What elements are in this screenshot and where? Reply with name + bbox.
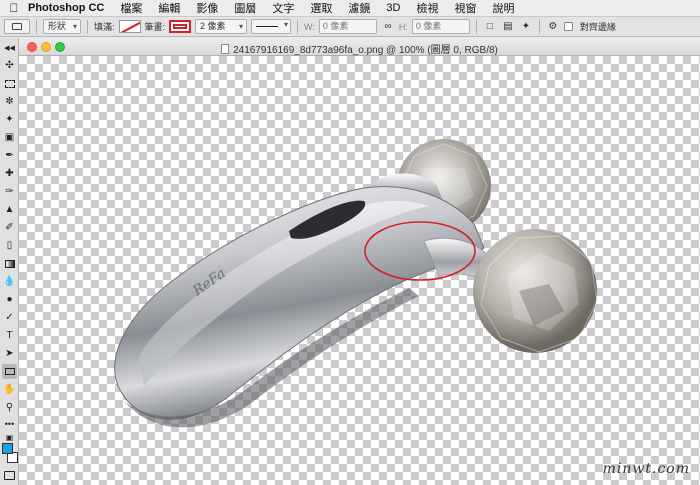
menu-filter[interactable]: 濾鏡 (340, 0, 378, 16)
rectangle-icon[interactable] (2, 364, 17, 379)
menu-3d[interactable]: 3D (378, 2, 408, 14)
tool-preset-picker[interactable] (4, 19, 30, 34)
pen-icon[interactable]: ✓ (2, 310, 17, 325)
apple-icon[interactable]:  (6, 1, 22, 15)
fill-label: 填滿: (94, 22, 115, 32)
divider (475, 19, 477, 34)
menu-edit[interactable]: 編輯 (150, 0, 188, 16)
divider (538, 19, 540, 34)
blur-icon[interactable]: 💧 (2, 274, 17, 289)
healing-icon[interactable]: ✚ (2, 166, 17, 181)
lasso-icon[interactable]: ✼ (2, 94, 17, 109)
height-label: H: (398, 21, 408, 32)
stroke-type-select[interactable] (251, 19, 292, 34)
move-icon[interactable]: ✣ (2, 58, 17, 73)
path-operations-icon[interactable]: □ (483, 20, 497, 34)
path-alignment-icon[interactable]: ▤ (501, 20, 515, 34)
more-tools-icon[interactable]: ••• (2, 416, 17, 431)
crop-icon[interactable]: ▣ (2, 130, 17, 145)
menu-window[interactable]: 視窗 (446, 0, 484, 16)
eraser-icon[interactable]: ▯ (2, 238, 17, 253)
canvas[interactable]: ReFa minwt.com (19, 56, 700, 485)
path-select-icon[interactable]: ➤ (2, 346, 17, 361)
width-field[interactable]: 0 像素 (318, 19, 377, 34)
divider (87, 19, 89, 34)
menu-help[interactable]: 說明 (484, 0, 522, 16)
tools-panel: ◀◀ ✣ ✼ ✦ ▣ ✒ ✚ ✑ ▲ ✐ ▯ 💧 ● ✓ T ➤ ✋ ⚲ •••… (0, 38, 19, 485)
menu-type[interactable]: 文字 (264, 0, 302, 16)
front-roller-ball (473, 229, 598, 353)
align-edges-checkbox[interactable] (563, 22, 573, 31)
gradient-icon[interactable] (2, 256, 17, 271)
foreground-color-swatch-front (2, 443, 13, 454)
options-bar: 形狀 填滿: 筆畫: 2 像素 W: 0 像素 ∞ H: 0 像素 □ ▤ ✦ … (0, 17, 700, 37)
document-window: 24167916169_8d773a96fa_o.png @ 100% (圖層 … (19, 38, 700, 485)
eyedropper-icon[interactable]: ✒ (2, 148, 17, 163)
magic-wand-icon[interactable]: ✦ (2, 112, 17, 127)
rectangle-tool-icon (12, 23, 22, 30)
collapse-toggle-icon[interactable]: ◀◀ (2, 40, 17, 55)
hand-icon[interactable]: ✋ (2, 382, 17, 397)
shape-mode-select[interactable]: 形狀 (43, 19, 82, 34)
stroke-swatch[interactable] (169, 20, 192, 33)
product-photo-refa-roller: ReFa (114, 139, 598, 428)
link-icon[interactable]: ∞ (381, 20, 395, 34)
stroke-label: 筆畫: (144, 22, 166, 32)
history-brush-icon[interactable]: ✐ (2, 220, 17, 235)
brush-icon[interactable]: ✑ (2, 184, 17, 199)
watermark: minwt.com (602, 461, 690, 477)
gear-icon[interactable]: ⚙ (546, 20, 560, 34)
align-edges-label: 對齊邊緣 (579, 22, 616, 32)
document-title-bar: 24167916169_8d773a96fa_o.png @ 100% (圖層 … (19, 38, 700, 56)
fill-swatch[interactable] (118, 20, 141, 33)
menu-file[interactable]: 檔案 (112, 0, 150, 16)
divider (36, 19, 37, 34)
width-label: W: (304, 21, 315, 32)
dodge-icon[interactable]: ● (2, 292, 17, 307)
path-arrangement-icon[interactable]: ✦ (519, 20, 533, 34)
marquee-icon[interactable] (2, 76, 17, 91)
quick-mask-icon[interactable] (2, 468, 17, 483)
document-title-text: 24167916169_8d773a96fa_o.png @ 100% (圖層 … (233, 45, 498, 56)
menu-layer[interactable]: 圖層 (226, 0, 264, 16)
menu-bar:  Photoshop CC 檔案 編輯 影像 圖層 文字 選取 濾鏡 3D 檢… (0, 0, 700, 17)
stroke-width-field[interactable]: 2 像素 (195, 19, 248, 34)
menu-view[interactable]: 檢視 (408, 0, 446, 16)
height-field[interactable]: 0 像素 (411, 19, 470, 34)
menu-app-name[interactable]: Photoshop CC (22, 2, 112, 14)
document-icon (221, 44, 230, 54)
divider (297, 19, 299, 34)
type-icon[interactable]: T (2, 328, 17, 343)
clone-stamp-icon[interactable]: ▲ (2, 202, 17, 217)
zoom-icon[interactable]: ⚲ (2, 400, 17, 415)
document-title: 24167916169_8d773a96fa_o.png @ 100% (圖層 … (19, 41, 700, 56)
menu-image[interactable]: 影像 (188, 0, 226, 16)
menu-select[interactable]: 選取 (302, 0, 340, 16)
